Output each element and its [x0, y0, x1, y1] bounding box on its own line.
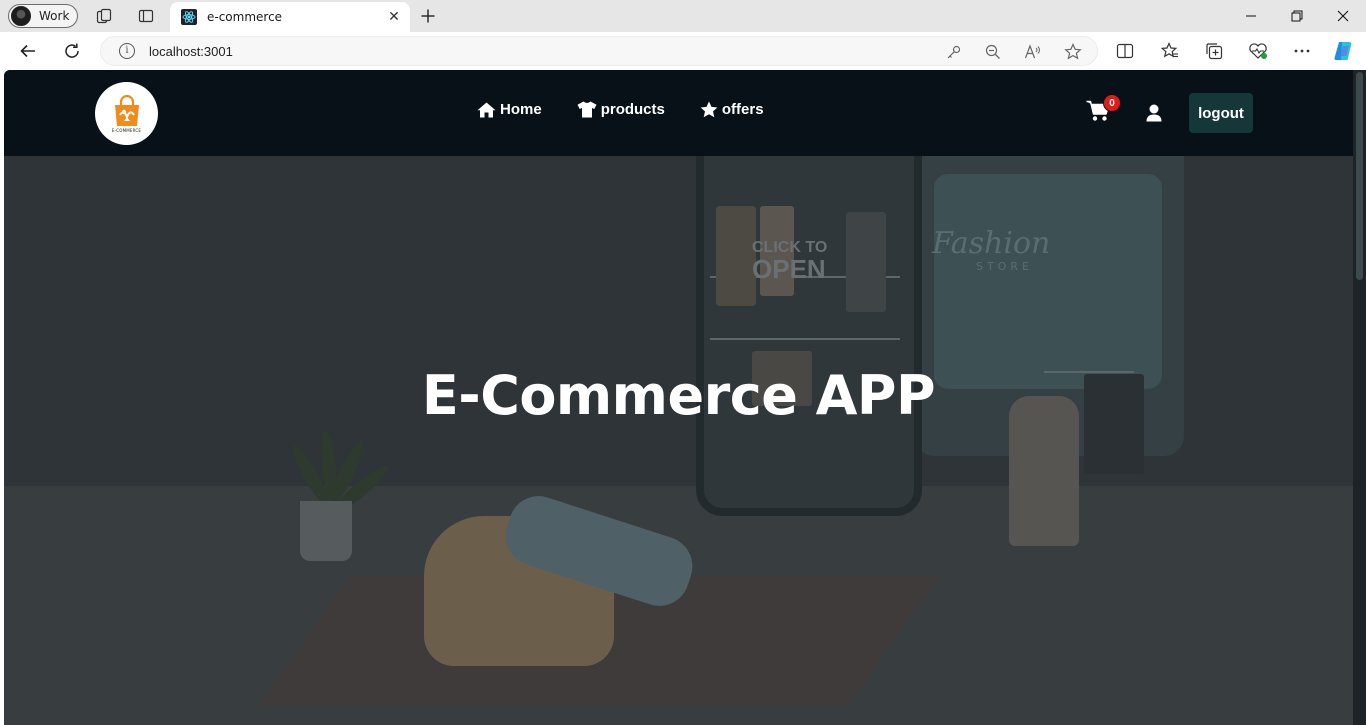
store-sub-text: STORE [976, 260, 1033, 273]
shopping-bag-icon [114, 94, 139, 126]
react-icon [181, 9, 197, 25]
store-sign-text: Fashion [932, 226, 1051, 261]
hero-banner: Fashion STORE CLICK TO OPEN E-Commerce A… [4, 156, 1353, 725]
nav-products-label: products [600, 101, 665, 118]
logout-button[interactable]: logout [1189, 93, 1253, 133]
read-aloud-icon[interactable] [1022, 41, 1044, 63]
nav-offers[interactable]: offers [700, 101, 764, 118]
home-icon [477, 102, 496, 118]
restore-icon[interactable] [1275, 2, 1319, 30]
scrollbar-thumb[interactable] [1356, 72, 1363, 280]
site-logo[interactable]: E-COMMERCE [95, 82, 158, 145]
star-icon [700, 101, 718, 118]
site-info-icon[interactable]: i [119, 43, 135, 59]
shirt-icon [577, 101, 597, 118]
page-viewport: E-COMMERCE Home products offers 0 logout… [4, 70, 1366, 725]
refresh-icon[interactable] [58, 37, 86, 65]
close-window-icon[interactable] [1321, 2, 1365, 30]
user-icon[interactable] [1145, 104, 1163, 122]
zoom-out-icon[interactable] [982, 41, 1004, 63]
browser-toolbar: i localhost:3001 [0, 32, 1366, 70]
profile-avatar [11, 6, 31, 26]
address-url: localhost:3001 [149, 44, 233, 59]
main-menu: Home products offers [477, 101, 764, 118]
tab-close-icon[interactable]: ✕ [384, 7, 404, 27]
nav-home-label: Home [500, 101, 542, 118]
click-to-open-sign: CLICK TO OPEN [752, 240, 827, 284]
copilot-icon[interactable] [1330, 37, 1358, 65]
new-tab-icon[interactable] [414, 2, 442, 30]
profile-button[interactable]: Work [8, 4, 78, 28]
active-tab[interactable]: e-commerce ✕ [170, 2, 410, 32]
key-icon[interactable] [943, 41, 965, 63]
browser-tab-bar: Work e-commerce ✕ [0, 0, 1366, 32]
logo-text: E-COMMERCE [111, 127, 142, 133]
nav-offers-label: offers [721, 101, 764, 118]
open-text: OPEN [752, 254, 826, 284]
split-screen-icon[interactable] [1111, 37, 1139, 65]
minimize-icon[interactable] [1229, 2, 1273, 30]
hero-title: E-Commerce APP [421, 364, 936, 427]
workspaces-icon[interactable] [90, 2, 118, 30]
more-options-icon[interactable] [1288, 37, 1316, 65]
tab-actions-icon[interactable] [132, 2, 160, 30]
browser-essentials-icon[interactable] [1244, 37, 1272, 65]
tab-title: e-commerce [207, 10, 283, 24]
cart-count-badge: 0 [1103, 94, 1121, 112]
favorite-star-icon[interactable] [1062, 41, 1084, 63]
nav-home[interactable]: Home [477, 101, 542, 118]
collections-icon[interactable] [1200, 37, 1228, 65]
site-navbar: E-COMMERCE Home products offers 0 logout [4, 70, 1353, 156]
profile-name: Work [39, 9, 70, 23]
nav-products[interactable]: products [577, 101, 665, 118]
favorites-icon[interactable] [1156, 37, 1184, 65]
back-arrow-icon[interactable] [14, 37, 42, 65]
page-scrollbar[interactable] [1353, 70, 1366, 725]
address-bar[interactable]: i localhost:3001 [100, 36, 1098, 66]
